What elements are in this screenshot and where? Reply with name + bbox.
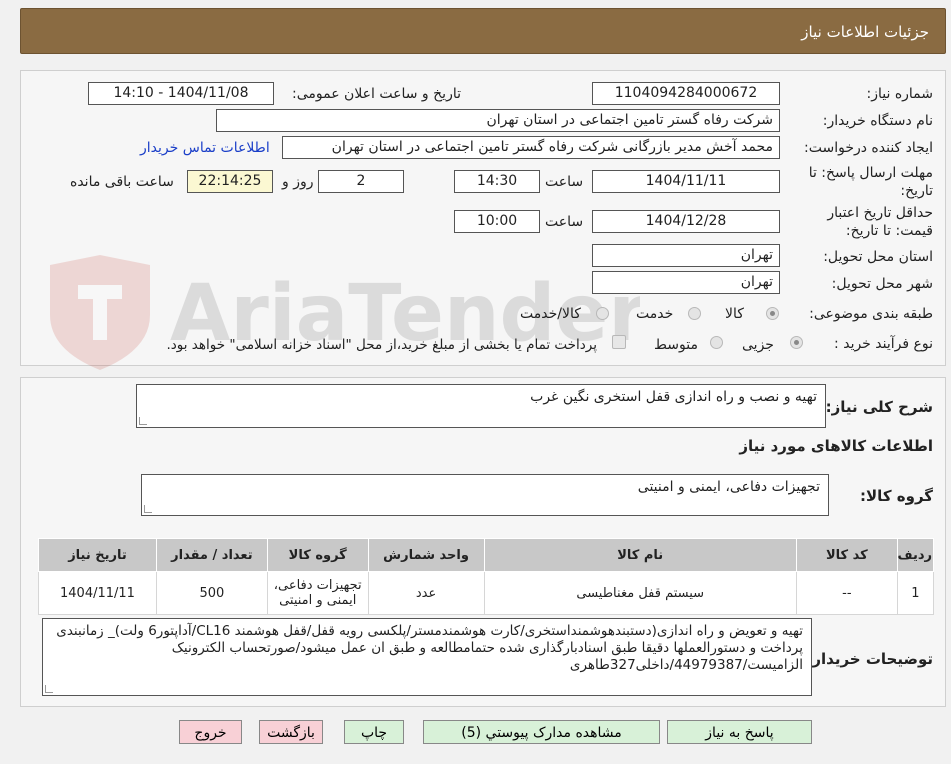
days-field[interactable]: 2 xyxy=(318,170,404,193)
goods-info-title: اطلاعات کالاهای مورد نیاز xyxy=(739,437,933,455)
treasury-payment-checkbox[interactable] xyxy=(612,335,626,349)
goods-group-text: تجهیزات دفاعی، ایمنی و امنیتی xyxy=(637,479,820,495)
city-field[interactable]: تهران xyxy=(592,271,780,294)
validity-label: حداقل تاریخ اعتبار xyxy=(827,205,933,221)
view-attachments-button[interactable]: مشاهده مدارک پیوستي (5) xyxy=(423,720,660,744)
goods-group-label: گروه کالا: xyxy=(860,487,933,505)
table-header-cell: تعداد / مقدار xyxy=(155,538,268,572)
table-header-cell: نام کالا xyxy=(483,538,797,572)
table-cell-unit: عدد xyxy=(367,571,485,615)
deadline-date-field[interactable]: 1404/11/11 xyxy=(592,170,780,193)
remaining-time-field: 22:14:25 xyxy=(187,170,273,193)
page-title: جزئیات اطلاعات نیاز xyxy=(801,23,929,41)
table-cell-goods-group: تجهیزات دفاعی، ایمنی و امنیتی xyxy=(266,571,369,615)
exit-button[interactable]: خروج xyxy=(179,720,242,744)
province-field[interactable]: تهران xyxy=(592,244,780,267)
need-summary-field[interactable]: تهیه و نصب و راه اندازی قفل استخری نگین … xyxy=(136,384,826,428)
validity-date-field[interactable]: 1404/12/28 xyxy=(592,210,780,233)
deadline-label: مهلت ارسال پاسخ: تا xyxy=(808,165,933,181)
resize-grip-icon[interactable] xyxy=(45,685,53,693)
province-label: استان محل تحویل: xyxy=(823,249,933,265)
back-button[interactable]: بازگشت xyxy=(259,720,323,744)
validity-label-2: قیمت: تا تاریخ: xyxy=(845,223,933,239)
announce-label: تاریخ و ساعت اعلان عمومی: xyxy=(292,86,461,102)
table-cell-goods-code: -- xyxy=(795,571,898,615)
deadline-label-2: تاریخ: xyxy=(900,183,933,199)
creator-field[interactable]: محمد آخش مدیر بازرگانی شرکت رفاه گستر تا… xyxy=(282,136,780,159)
buyer-label: نام دستگاه خریدار: xyxy=(822,113,933,129)
process-minor-radio[interactable] xyxy=(790,336,803,349)
table-header-cell: کد کالا xyxy=(795,538,898,572)
category-both-label: کالا/خدمت xyxy=(520,306,581,322)
buyer-notes-field[interactable]: تهیه و تعویض و راه اندازی(دستبندهوشمنداس… xyxy=(42,618,812,696)
validity-time-label: ساعت xyxy=(545,214,584,230)
table-cell-need-date: 1404/11/11 xyxy=(38,571,157,615)
buyer-notes-label: توضیحات خریدار: xyxy=(806,650,933,668)
buyer-contact-link[interactable]: اطلاعات تماس خریدار xyxy=(140,140,270,156)
category-label: طبقه بندی موضوعی: xyxy=(809,306,933,322)
table-cell-quantity: 500 xyxy=(155,571,268,615)
category-both-radio[interactable] xyxy=(596,307,609,320)
table-cell-row-number: 1 xyxy=(896,571,935,615)
announce-field[interactable]: 1404/11/08 - 14:10 xyxy=(88,82,274,105)
need-summary-text: تهیه و نصب و راه اندازی قفل استخری نگین … xyxy=(530,389,817,405)
category-service-label: خدمت xyxy=(636,306,674,322)
process-minor-label: جزیی xyxy=(742,337,774,353)
need-summary-label: شرح کلی نیاز: xyxy=(825,398,933,416)
table-header-cell: ردیف xyxy=(896,538,935,572)
process-medium-radio[interactable] xyxy=(710,336,723,349)
category-goods-radio[interactable] xyxy=(766,307,779,320)
process-label: نوع فرآیند خرید : xyxy=(834,336,933,352)
table-header-cell: تاریخ نیاز xyxy=(38,538,157,572)
reply-button[interactable]: پاسخ به نیاز xyxy=(667,720,812,744)
category-service-radio[interactable] xyxy=(688,307,701,320)
page-header: جزئیات اطلاعات نیاز xyxy=(20,8,946,54)
treasury-payment-note: پرداخت تمام یا بخشی از مبلغ خرید،از محل … xyxy=(166,337,597,353)
city-label: شهر محل تحویل: xyxy=(831,276,933,292)
validity-time-field[interactable]: 10:00 xyxy=(454,210,540,233)
resize-grip-icon[interactable] xyxy=(144,505,152,513)
print-button[interactable]: چاپ xyxy=(344,720,404,744)
creator-label: ایجاد کننده درخواست: xyxy=(804,140,933,156)
buyer-field[interactable]: شرکت رفاه گستر تامین اجتماعی در استان ته… xyxy=(216,109,780,132)
need-number-field[interactable]: 1104094284000672 xyxy=(592,82,780,105)
deadline-time-label: ساعت xyxy=(545,174,584,190)
remaining-label: ساعت باقی مانده xyxy=(70,174,174,190)
process-medium-label: متوسط xyxy=(654,337,698,353)
goods-group-field[interactable]: تجهیزات دفاعی، ایمنی و امنیتی xyxy=(141,474,829,516)
table-row[interactable]: 1 -- سیستم قفل مغناطیسی عدد تجهیزات دفاع… xyxy=(38,571,935,615)
table-cell-goods-name: سیستم قفل مغناطیسی xyxy=(483,571,797,615)
buyer-notes-text: تهیه و تعویض و راه اندازی(دستبندهوشمنداس… xyxy=(56,623,803,673)
table-header-cell: گروه کالا xyxy=(266,538,369,572)
need-number-label: شماره نیاز: xyxy=(866,86,934,102)
table-header-row: ردیف کد کالا نام کالا واحد شمارش گروه کا… xyxy=(38,538,935,572)
goods-table: ردیف کد کالا نام کالا واحد شمارش گروه کا… xyxy=(38,538,935,615)
resize-grip-icon[interactable] xyxy=(139,417,147,425)
days-label: روز و xyxy=(282,174,314,190)
deadline-time-field[interactable]: 14:30 xyxy=(454,170,540,193)
table-header-cell: واحد شمارش xyxy=(367,538,485,572)
category-goods-label: کالا xyxy=(725,306,744,322)
